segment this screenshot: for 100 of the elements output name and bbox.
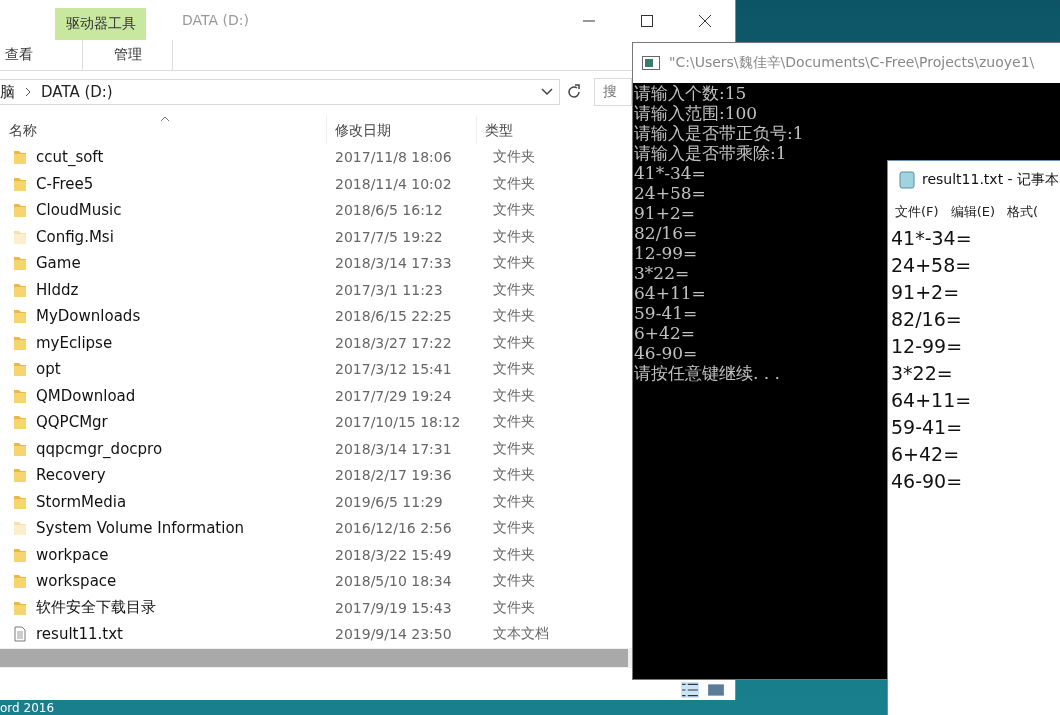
console-line: 请输入范围:100 [634,103,758,123]
column-header[interactable]: 修改日期 [327,116,477,144]
file-type: 文件夹 [492,519,536,538]
modified-date: 2018/6/15 22:25 [334,308,453,325]
address-bar[interactable]: 脑 DATA (D:) [0,79,560,105]
ribbon-tab[interactable]: 查看 [0,40,38,70]
modified-date: 2018/3/14 17:31 [334,440,453,457]
text-line: 3*22= [891,361,954,386]
modified-date: 2019/6/5 11:29 [334,493,444,510]
column-header[interactable]: 类型 [477,116,627,144]
console-line: 24+58= [634,183,706,203]
file-name[interactable]: Config.Msi [36,227,114,246]
modified-date: 2019/9/14 23:50 [334,626,453,643]
text-line: 59-41= [891,415,964,440]
modified-date: 2017/7/5 19:22 [334,228,444,245]
file-type: 文件夹 [492,492,536,511]
text-line: 91+2= [891,280,961,305]
console-line: 请按任意键继续. . . [634,363,781,383]
text-line: 6+42= [891,442,961,467]
file-name[interactable]: Hlddz [36,280,79,299]
console-line: 请输入个数:15 [634,83,747,103]
file-name[interactable]: QQPCMgr [36,413,108,432]
file-type: 文件夹 [492,148,536,167]
text-file-icon [13,626,27,643]
file-name[interactable]: MyDownloads [36,307,141,326]
file-name[interactable]: StormMedia [36,492,127,511]
modified-date: 2017/11/8 18:06 [334,149,453,166]
modified-date: 2018/3/27 17:22 [334,334,453,351]
file-name[interactable]: CloudMusic [36,201,122,220]
context-tab-label: 驱动器工具 [65,15,136,33]
file-name[interactable]: workspace [36,572,117,591]
menu-item[interactable]: 格式( [1007,203,1039,221]
modified-date: 2018/2/17 19:36 [334,467,453,484]
file-name[interactable]: ccut_soft [36,148,104,167]
modified-date: 2017/3/12 15:41 [334,361,453,378]
modified-date: 2017/10/15 18:12 [334,414,462,431]
window-title: result11.txt - 记事本 [922,171,1060,189]
console-line: 请输入是否带正负号:1 [634,123,804,143]
modified-date: 2017/9/19 15:43 [334,599,453,616]
scrollbar-thumb[interactable] [0,649,628,667]
file-name[interactable]: System Volume Information [36,519,245,538]
modified-date: 2017/7/29 19:24 [334,387,453,404]
file-type: 文件夹 [492,598,536,617]
file-name[interactable]: qqpcmgr_docpro [36,439,163,458]
console-line: 3*22= [634,263,690,283]
refresh-icon[interactable] [566,84,582,100]
file-name[interactable]: Game [36,254,81,273]
modified-date: 2018/3/22 15:49 [334,546,453,563]
breadcrumb[interactable]: 脑 [0,82,15,102]
console-line: 82/16= [634,223,698,243]
modified-date: 2018/3/14 17:33 [334,255,453,272]
file-type: 文件夹 [492,254,536,273]
file-name[interactable]: 软件安全下载目录 [36,598,156,618]
console-line: 41*-34= [634,163,706,183]
details-view-icon[interactable] [681,682,699,698]
console-line: 64+11= [634,283,706,303]
notepad-icon [899,171,915,189]
console-line: 请输入是否带乘除:1 [634,143,787,163]
close-icon[interactable] [699,15,711,27]
text-line: 41*-34= [891,226,973,251]
file-name[interactable]: workpace [36,545,109,564]
file-type: 文件夹 [492,386,536,405]
menu-item[interactable]: 文件(F) [895,203,939,221]
ribbon-tab[interactable]: 管理 [82,40,173,70]
desktop-icon-label: ord 2016 [0,701,55,715]
file-type: 文本文档 [492,625,550,644]
file-name[interactable]: myEclipse [36,333,113,352]
text-line: 64+11= [891,388,973,413]
console-line: 6+42= [634,323,695,343]
modified-date: 2017/3/1 11:23 [334,281,444,298]
console-line: 12-99= [634,243,698,263]
file-name[interactable]: QMDownload [36,386,136,405]
modified-date: 2016/12/16 2:56 [334,520,453,537]
file-type: 文件夹 [492,174,536,193]
file-type: 文件夹 [492,466,536,485]
file-type: 文件夹 [492,439,536,458]
thumbnail-view-icon[interactable] [707,682,725,698]
console-icon [642,56,660,70]
breadcrumb[interactable]: DATA (D:) [41,83,113,101]
modified-date: 2018/6/5 16:12 [334,202,444,219]
menu-item[interactable]: 编辑(E) [950,203,995,221]
text-line: 46-90= [891,469,964,494]
window-title: "C:\Users\魏佳辛\Documents\C-Free\Projects\zuoye1\ [669,54,1035,72]
text-line: 12-99= [891,334,964,359]
file-name[interactable]: opt [36,360,61,379]
file-name[interactable]: Recovery [36,466,106,485]
file-type: 文件夹 [492,572,536,591]
file-name[interactable]: result11.txt [36,625,123,644]
file-name[interactable]: C-Free5 [36,174,94,193]
file-type: 文件夹 [492,333,536,352]
console-line: 59-41= [634,303,698,323]
search-field[interactable]: 搜 [594,78,632,106]
file-type: 文件夹 [492,360,536,379]
modified-date: 2018/5/10 18:34 [334,573,453,590]
sort-caret-icon [160,116,170,122]
text-line: 82/16= [891,307,963,332]
maximize-icon[interactable] [641,15,653,27]
column-header[interactable]: 名称 [0,116,327,144]
window-title: DATA (D:) [182,12,249,28]
dropdown-icon[interactable] [541,88,553,96]
